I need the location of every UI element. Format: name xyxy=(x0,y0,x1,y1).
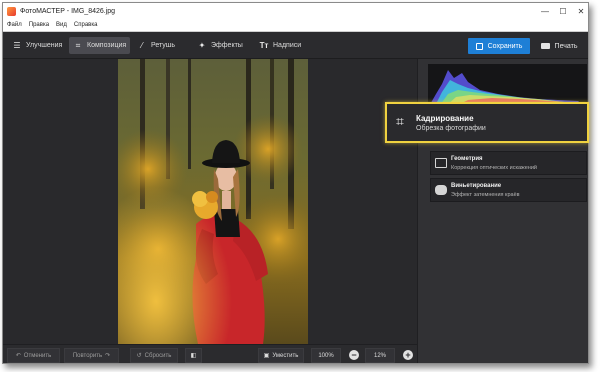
reset-label: Сбросить xyxy=(144,352,172,359)
zoom-out-button[interactable]: − xyxy=(349,350,359,360)
close-button[interactable]: ✕ xyxy=(572,3,588,19)
tab-label: Улучшения xyxy=(26,42,63,49)
save-button[interactable]: Сохранить xyxy=(468,38,530,54)
zoom-in-button[interactable]: + xyxy=(403,350,413,360)
reset-button[interactable]: ↺ Сбросить xyxy=(130,348,178,363)
tool-vignette[interactable]: Виньетирование Эффект затемнения краёв xyxy=(430,178,587,202)
tab-label: Надписи xyxy=(273,42,302,49)
photo-preview[interactable] xyxy=(118,59,308,344)
tool-geometry[interactable]: Геометрия Коррекция оптических искажений xyxy=(430,151,587,175)
photo-canvas[interactable] xyxy=(3,59,417,344)
compare-icon: ◧ xyxy=(190,353,197,359)
tab-effects[interactable]: ✦ Эффекты xyxy=(193,37,251,54)
vignette-icon xyxy=(435,185,447,195)
menu-help[interactable]: Справка xyxy=(74,22,98,28)
window-title: ФотоМАСТЕР - IMG_8426.jpg xyxy=(20,7,116,15)
tool-geometry-subtitle: Коррекция оптических искажений xyxy=(451,165,537,171)
undo-button[interactable]: ↶ Отменить xyxy=(7,348,60,363)
menu-edit[interactable]: Правка xyxy=(29,22,49,28)
redo-icon: ↷ xyxy=(105,353,111,359)
undo-icon: ↶ xyxy=(15,353,21,359)
compare-button[interactable]: ◧ xyxy=(185,348,202,363)
zoom-level-value: 12% xyxy=(373,352,386,359)
zoom-100-button[interactable]: 100% xyxy=(311,348,341,363)
tool-crop-subtitle: Обрезка фотографии xyxy=(416,125,486,132)
bottom-bar: ↶ Отменить Повторить ↷ ↺ Сбросить ◧ ▣ Ум… xyxy=(3,344,417,363)
tool-crop-title: Кадрирование xyxy=(416,114,474,123)
save-icon xyxy=(475,42,483,50)
photo-image xyxy=(118,59,308,344)
fit-button[interactable]: ▣ Уместить xyxy=(258,348,304,363)
tab-retouch[interactable]: ⁄ Ретушь xyxy=(133,37,189,54)
printer-icon xyxy=(540,43,550,49)
title-bar: ФотоМАСТЕР - IMG_8426.jpg — ☐ ✕ xyxy=(3,3,588,19)
tab-label: Композиция xyxy=(87,42,127,49)
fit-icon: ▣ xyxy=(263,353,270,359)
tool-vignette-subtitle: Эффект затемнения краёв xyxy=(451,192,520,198)
tab-composition[interactable]: ⌗ Композиция xyxy=(69,37,130,54)
print-button-label: Печать xyxy=(554,42,578,50)
main-toolbar: ☰ Улучшения ⌗ Композиция ⁄ Ретушь ✦ Эффе… xyxy=(3,32,588,59)
brush-icon: ⁄ xyxy=(141,41,143,50)
magic-wand-icon: ✦ xyxy=(198,41,206,50)
tab-label: Ретушь xyxy=(151,42,176,49)
menu-view[interactable]: Вид xyxy=(56,22,67,28)
redo-button[interactable]: Повторить ↷ xyxy=(64,348,119,363)
maximize-button[interactable]: ☐ xyxy=(554,3,572,19)
crop-icon: ⌗ xyxy=(396,113,404,129)
tool-vignette-title: Виньетирование xyxy=(451,183,502,189)
text-icon: Tт xyxy=(259,41,269,50)
reset-icon: ↺ xyxy=(136,353,142,359)
tool-crop[interactable]: ⌗ Кадрирование Обрезка фотографии xyxy=(385,102,589,143)
save-button-label: Сохранить xyxy=(487,42,523,50)
menu-file[interactable]: Файл xyxy=(7,22,22,28)
print-button[interactable]: Печать xyxy=(532,38,586,54)
sliders-icon: ☰ xyxy=(13,41,21,50)
geometry-icon xyxy=(435,158,447,168)
tab-text[interactable]: Tт Надписи xyxy=(255,37,313,54)
app-window: ФотоМАСТЕР - IMG_8426.jpg — ☐ ✕ Файл Пра… xyxy=(2,2,589,364)
minimize-button[interactable]: — xyxy=(536,3,554,19)
tab-label: Эффекты xyxy=(211,42,243,49)
crop-icon: ⌗ xyxy=(75,40,81,50)
undo-label: Отменить xyxy=(23,352,52,359)
redo-label: Повторить xyxy=(72,352,103,359)
app-logo-icon xyxy=(7,6,16,16)
menu-bar: Файл Правка Вид Справка xyxy=(3,19,588,32)
tool-geometry-title: Геометрия xyxy=(451,156,483,162)
fit-label: Уместить xyxy=(272,352,299,359)
tab-enhancements[interactable]: ☰ Улучшения xyxy=(8,37,68,54)
zoom-100-label: 100% xyxy=(318,352,334,359)
zoom-level: 12% xyxy=(365,348,395,363)
